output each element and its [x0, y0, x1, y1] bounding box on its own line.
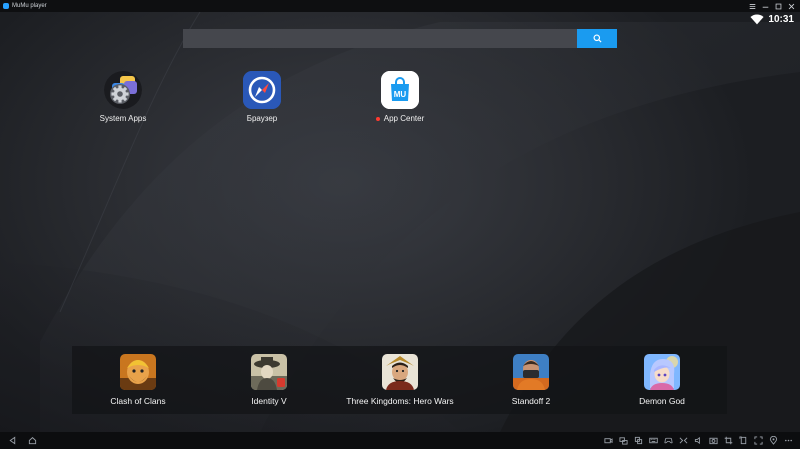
- clash-of-clans-icon: [120, 354, 156, 390]
- location-icon[interactable]: [768, 435, 779, 446]
- dock-app-label: Three Kingdoms: Hero Wars: [346, 396, 454, 406]
- gamepad-mapping-icon[interactable]: [618, 435, 629, 446]
- identity-v-icon: [251, 354, 287, 390]
- desktop-app-label: App Center: [383, 114, 425, 123]
- status-bar: 10:31: [750, 12, 794, 26]
- mumu-logo-icon: [3, 3, 9, 9]
- search-input[interactable]: [183, 29, 577, 48]
- shake-icon[interactable]: [678, 435, 689, 446]
- screenshot-icon[interactable]: [708, 435, 719, 446]
- menu-icon[interactable]: [746, 0, 759, 12]
- window-title: MuMu player: [12, 3, 47, 9]
- android-desktop: 10:31 System Apps Браузер MU App Center …: [0, 12, 800, 432]
- status-clock: 10:31: [768, 13, 794, 25]
- new-badge-dot: [375, 116, 380, 121]
- volume-icon[interactable]: [693, 435, 704, 446]
- multi-instance-icon[interactable]: [633, 435, 644, 446]
- dock-app-label: Identity V: [251, 396, 287, 406]
- dock-app-label: Standoff 2: [511, 396, 551, 406]
- dock-app-label: Clash of Clans: [110, 396, 166, 406]
- desktop-app-system-apps[interactable]: System Apps: [81, 71, 165, 123]
- desktop-app-app-center[interactable]: MU App Center: [358, 71, 442, 123]
- crop-icon[interactable]: [723, 435, 734, 446]
- mumu-bag-icon: MU: [381, 71, 419, 109]
- compass-icon: [243, 71, 281, 109]
- emulator-toolbar: [0, 432, 800, 449]
- search-bar: [183, 29, 617, 48]
- demon-god-icon: [644, 354, 680, 390]
- rotate-icon[interactable]: [738, 435, 749, 446]
- desktop-app-label: System Apps: [99, 114, 147, 123]
- android-nav-buttons: [7, 435, 38, 446]
- desktop-app-label: Браузер: [246, 114, 278, 123]
- three-kingdoms-icon: [382, 354, 418, 390]
- dock-app-three-kingdoms[interactable]: Three Kingdoms: Hero Wars: [335, 354, 465, 406]
- search-button[interactable]: [577, 29, 617, 48]
- maximize-icon[interactable]: [772, 0, 785, 12]
- dock-app-demon-god[interactable]: Demon God: [597, 354, 727, 406]
- app-center-logo-text: MU: [393, 90, 407, 99]
- dock-app-clash-of-clans[interactable]: Clash of Clans: [73, 354, 203, 406]
- toolbar-tools: [603, 435, 794, 446]
- system-apps-folder-icon: [104, 71, 142, 109]
- dock-app-identity-v[interactable]: Identity V: [204, 354, 334, 406]
- gamepad-icon[interactable]: [663, 435, 674, 446]
- record-video-icon[interactable]: [603, 435, 614, 446]
- search-icon: [592, 34, 602, 43]
- app-dock: Clash of Clans Identity V Three Kingdoms…: [72, 346, 727, 414]
- standoff-2-icon: [513, 354, 549, 390]
- fullscreen-icon[interactable]: [753, 435, 764, 446]
- dock-app-label: Demon God: [639, 396, 685, 406]
- window-controls: [746, 0, 798, 12]
- more-icon[interactable]: [783, 435, 794, 446]
- desktop-app-browser[interactable]: Браузер: [220, 71, 304, 123]
- minimize-icon[interactable]: [759, 0, 772, 12]
- keyboard-icon[interactable]: [648, 435, 659, 446]
- close-icon[interactable]: [785, 0, 798, 12]
- wifi-icon: [750, 13, 764, 24]
- window-titlebar: MuMu player: [0, 0, 800, 12]
- home-icon[interactable]: [27, 435, 38, 446]
- dock-app-standoff-2[interactable]: Standoff 2: [466, 354, 596, 406]
- back-icon[interactable]: [7, 435, 18, 446]
